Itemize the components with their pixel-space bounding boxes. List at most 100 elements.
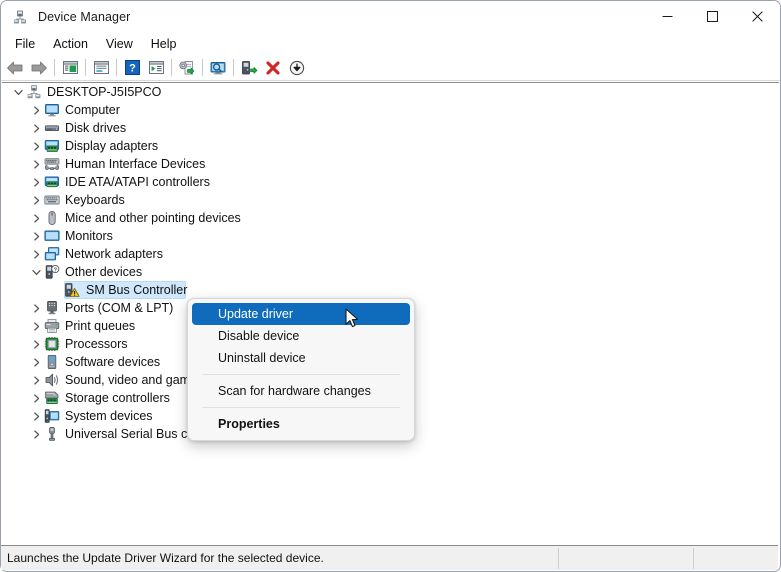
enable-device-icon[interactable] (237, 57, 261, 79)
menu-help[interactable]: Help (142, 34, 186, 54)
chevron-right-icon[interactable] (28, 101, 44, 119)
chevron-down-icon[interactable] (10, 83, 26, 101)
computer-icon (44, 102, 60, 118)
chevron-right-icon[interactable] (28, 155, 44, 173)
toolbar-separator (85, 59, 86, 76)
chevron-right-icon[interactable] (28, 425, 44, 443)
maximize-button[interactable] (690, 1, 735, 32)
update-driver-icon[interactable] (175, 57, 199, 79)
close-button[interactable] (735, 1, 780, 32)
chevron-right-icon[interactable] (28, 191, 44, 209)
tree-node-human-interface-devices[interactable]: Human Interface Devices (2, 155, 779, 173)
svg-text:?: ? (129, 63, 136, 75)
tree-node-label: Storage controllers (65, 391, 170, 405)
menu-bar: File Action View Help (1, 32, 780, 55)
tree-node-label: Human Interface Devices (65, 157, 206, 171)
chevron-right-icon[interactable] (28, 335, 44, 353)
chevron-right-icon[interactable] (28, 119, 44, 137)
network-adapter-icon (44, 246, 60, 262)
scan-for-hardware-changes-icon[interactable] (206, 57, 230, 79)
context-menu-item-scan-for-hardware-changes[interactable]: Scan for hardware changes (192, 380, 410, 402)
status-message: Launches the Update Driver Wizard for th… (7, 551, 324, 565)
processor-icon (44, 336, 60, 352)
tree-node-label: Mice and other pointing devices (65, 211, 241, 225)
keyboard-icon (44, 192, 60, 208)
system-device-icon (44, 408, 60, 424)
context-menu-item-properties[interactable]: Properties (192, 413, 410, 435)
device-manager-icon (12, 9, 28, 25)
minimize-button[interactable] (645, 1, 690, 32)
show-hide-action-pane-icon[interactable] (144, 57, 168, 79)
chevron-right-icon[interactable] (28, 389, 44, 407)
chevron-right-icon[interactable] (28, 245, 44, 263)
show-hide-console-tree-icon[interactable] (58, 57, 82, 79)
context-menu-separator (202, 407, 400, 408)
tree-node-disk-drives[interactable]: Disk drives (2, 119, 779, 137)
chevron-right-icon[interactable] (28, 317, 44, 335)
tree-node-sm-bus-controller[interactable]: SM Bus Controller (2, 281, 779, 299)
tree-node-computer[interactable]: Computer (2, 101, 779, 119)
software-device-icon (44, 354, 60, 370)
chevron-right-icon[interactable] (28, 407, 44, 425)
toolbar-separator (54, 59, 55, 76)
disable-device-icon[interactable] (285, 57, 309, 79)
status-divider (693, 548, 694, 569)
context-menu-item-uninstall-device[interactable]: Uninstall device (192, 347, 410, 369)
tree-node-ide-controllers[interactable]: IDE ATA/ATAPI controllers (2, 173, 779, 191)
context-menu[interactable]: Update driver Disable device Uninstall d… (187, 298, 415, 441)
tree-node-other-devices[interactable]: ? Other devices (2, 263, 779, 281)
help-icon[interactable]: ? (120, 57, 144, 79)
tree-node-label: Print queues (65, 319, 136, 333)
display-adapter-icon (44, 138, 60, 154)
chevron-right-icon[interactable] (28, 173, 44, 191)
toolbar-separator (116, 59, 117, 76)
tree-node-network-adapters[interactable]: Network adapters (2, 245, 779, 263)
tree-node-label: Monitors (65, 229, 113, 243)
menu-file[interactable]: File (6, 34, 44, 54)
chevron-right-icon[interactable] (28, 299, 44, 317)
toolbar-separator (233, 59, 234, 76)
context-menu-separator (202, 374, 400, 375)
svg-text:?: ? (54, 268, 58, 274)
properties-icon[interactable] (89, 57, 113, 79)
chevron-right-icon[interactable] (28, 371, 44, 389)
chevron-down-icon[interactable] (28, 263, 44, 281)
tree-node-display-adapters[interactable]: Display adapters (2, 137, 779, 155)
computer-root-icon (26, 84, 42, 100)
unknown-device-warning-icon (64, 282, 80, 298)
chevron-right-icon[interactable] (28, 209, 44, 227)
tree-node-label: Computer (65, 103, 120, 117)
tree-node-label: DESKTOP-J5I5PCO (47, 85, 162, 99)
toolbar-separator (202, 59, 203, 76)
storage-controller-icon (44, 390, 60, 406)
menu-view[interactable]: View (97, 34, 142, 54)
mouse-icon (44, 210, 60, 226)
toolbar-separator (171, 59, 172, 76)
tree-node-label: System devices (65, 409, 153, 423)
context-menu-item-disable-device[interactable]: Disable device (192, 325, 410, 347)
tree-node-desktop[interactable]: DESKTOP-J5I5PCO (2, 83, 779, 101)
status-bar: Launches the Update Driver Wizard for th… (1, 545, 778, 570)
tree-node-label: Keyboards (65, 193, 125, 207)
tree-node-label: SM Bus Controller (86, 283, 188, 297)
menu-action[interactable]: Action (44, 34, 97, 54)
context-menu-item-update-driver[interactable]: Update driver (192, 303, 410, 325)
monitor-icon (44, 228, 60, 244)
tree-node-monitors[interactable]: Monitors (2, 227, 779, 245)
tree-node-label: Network adapters (65, 247, 163, 261)
forward-icon[interactable] (27, 57, 51, 79)
chevron-right-icon[interactable] (28, 137, 44, 155)
toolbar: ? (1, 55, 780, 81)
port-icon (44, 300, 60, 316)
chevron-right-icon[interactable] (28, 227, 44, 245)
chevron-right-icon[interactable] (28, 353, 44, 371)
tree-node-keyboards[interactable]: Keyboards (2, 191, 779, 209)
disk-drive-icon (44, 120, 60, 136)
uninstall-device-icon[interactable] (261, 57, 285, 79)
tree-node-mice[interactable]: Mice and other pointing devices (2, 209, 779, 227)
human-interface-device-icon (44, 156, 60, 172)
window-controls (645, 1, 780, 32)
back-icon[interactable] (3, 57, 27, 79)
title-bar: Device Manager (1, 1, 780, 32)
ide-controller-icon (44, 174, 60, 190)
